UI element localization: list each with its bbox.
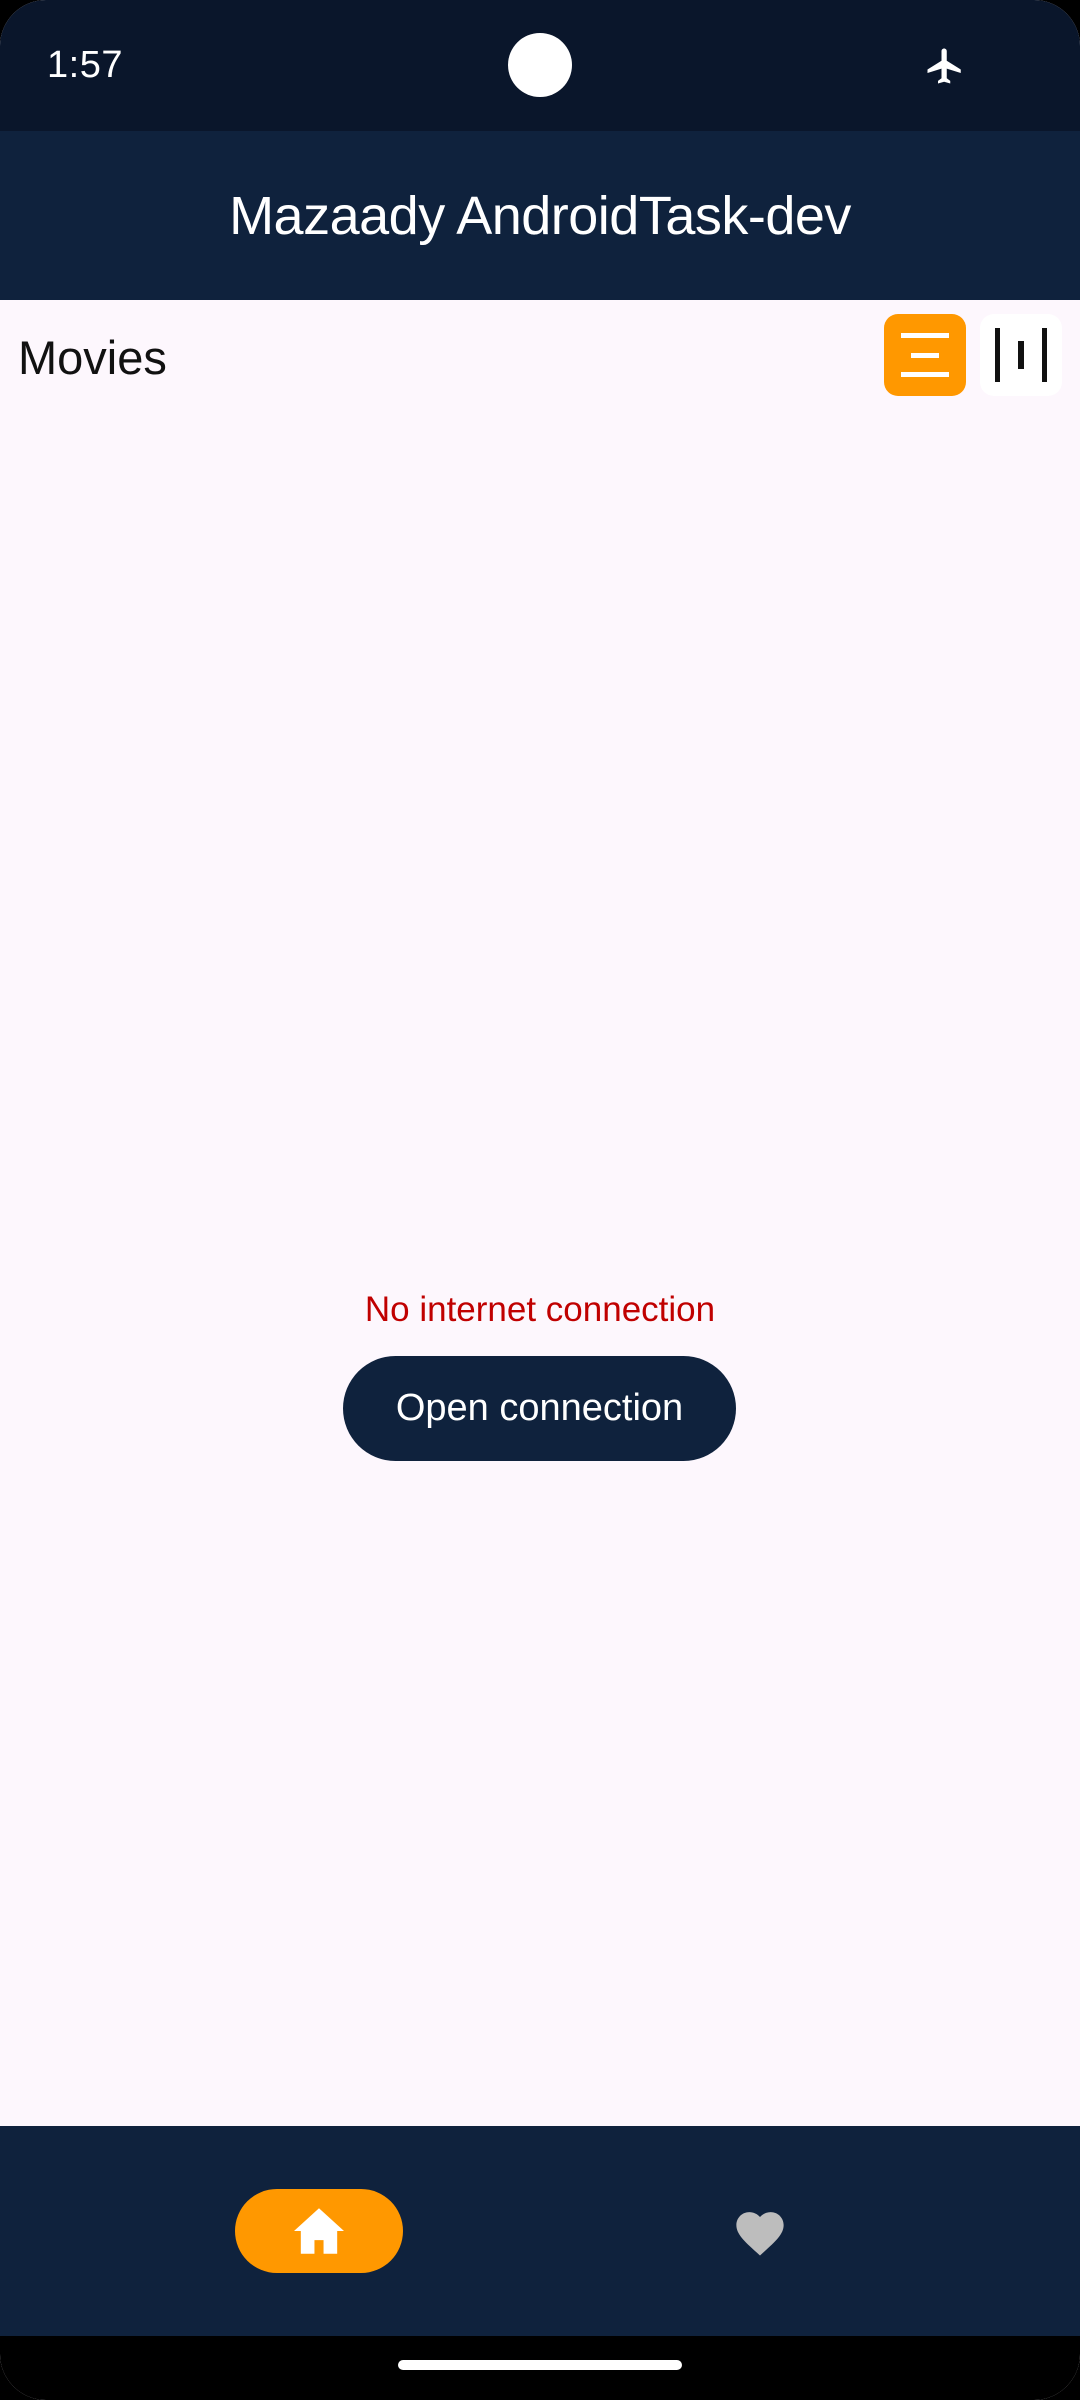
status-bar: 1:57 (0, 0, 1080, 131)
grid-view-button[interactable] (980, 314, 1062, 396)
grid-view-icon (995, 328, 1047, 382)
section-title: Movies (18, 331, 167, 384)
home-gesture-handle[interactable] (398, 2360, 682, 2370)
front-camera (508, 33, 572, 97)
app-title: Mazaady AndroidTask-dev (229, 185, 851, 246)
gesture-bar-area (0, 2336, 1080, 2400)
airplane-icon (927, 48, 961, 84)
home-icon (294, 2208, 344, 2254)
bottom-navigation (0, 2126, 1080, 2336)
main-content: Movies No internet connection Open conne… (0, 300, 1080, 2126)
heart-icon (736, 2212, 784, 2256)
open-connection-button[interactable]: Open connection (343, 1356, 736, 1461)
status-time: 1:57 (47, 44, 123, 86)
nav-home-button[interactable] (235, 2189, 403, 2273)
app-bar: Mazaady AndroidTask-dev (0, 131, 1080, 300)
list-view-icon (901, 333, 949, 377)
nav-favorites-button[interactable] (720, 2199, 800, 2263)
phone-screen: 1:57 Mazaady AndroidTask-dev Movies No i… (0, 0, 1080, 2400)
list-view-button[interactable] (884, 314, 966, 396)
no-connection-message: No internet connection (364, 1290, 716, 1329)
